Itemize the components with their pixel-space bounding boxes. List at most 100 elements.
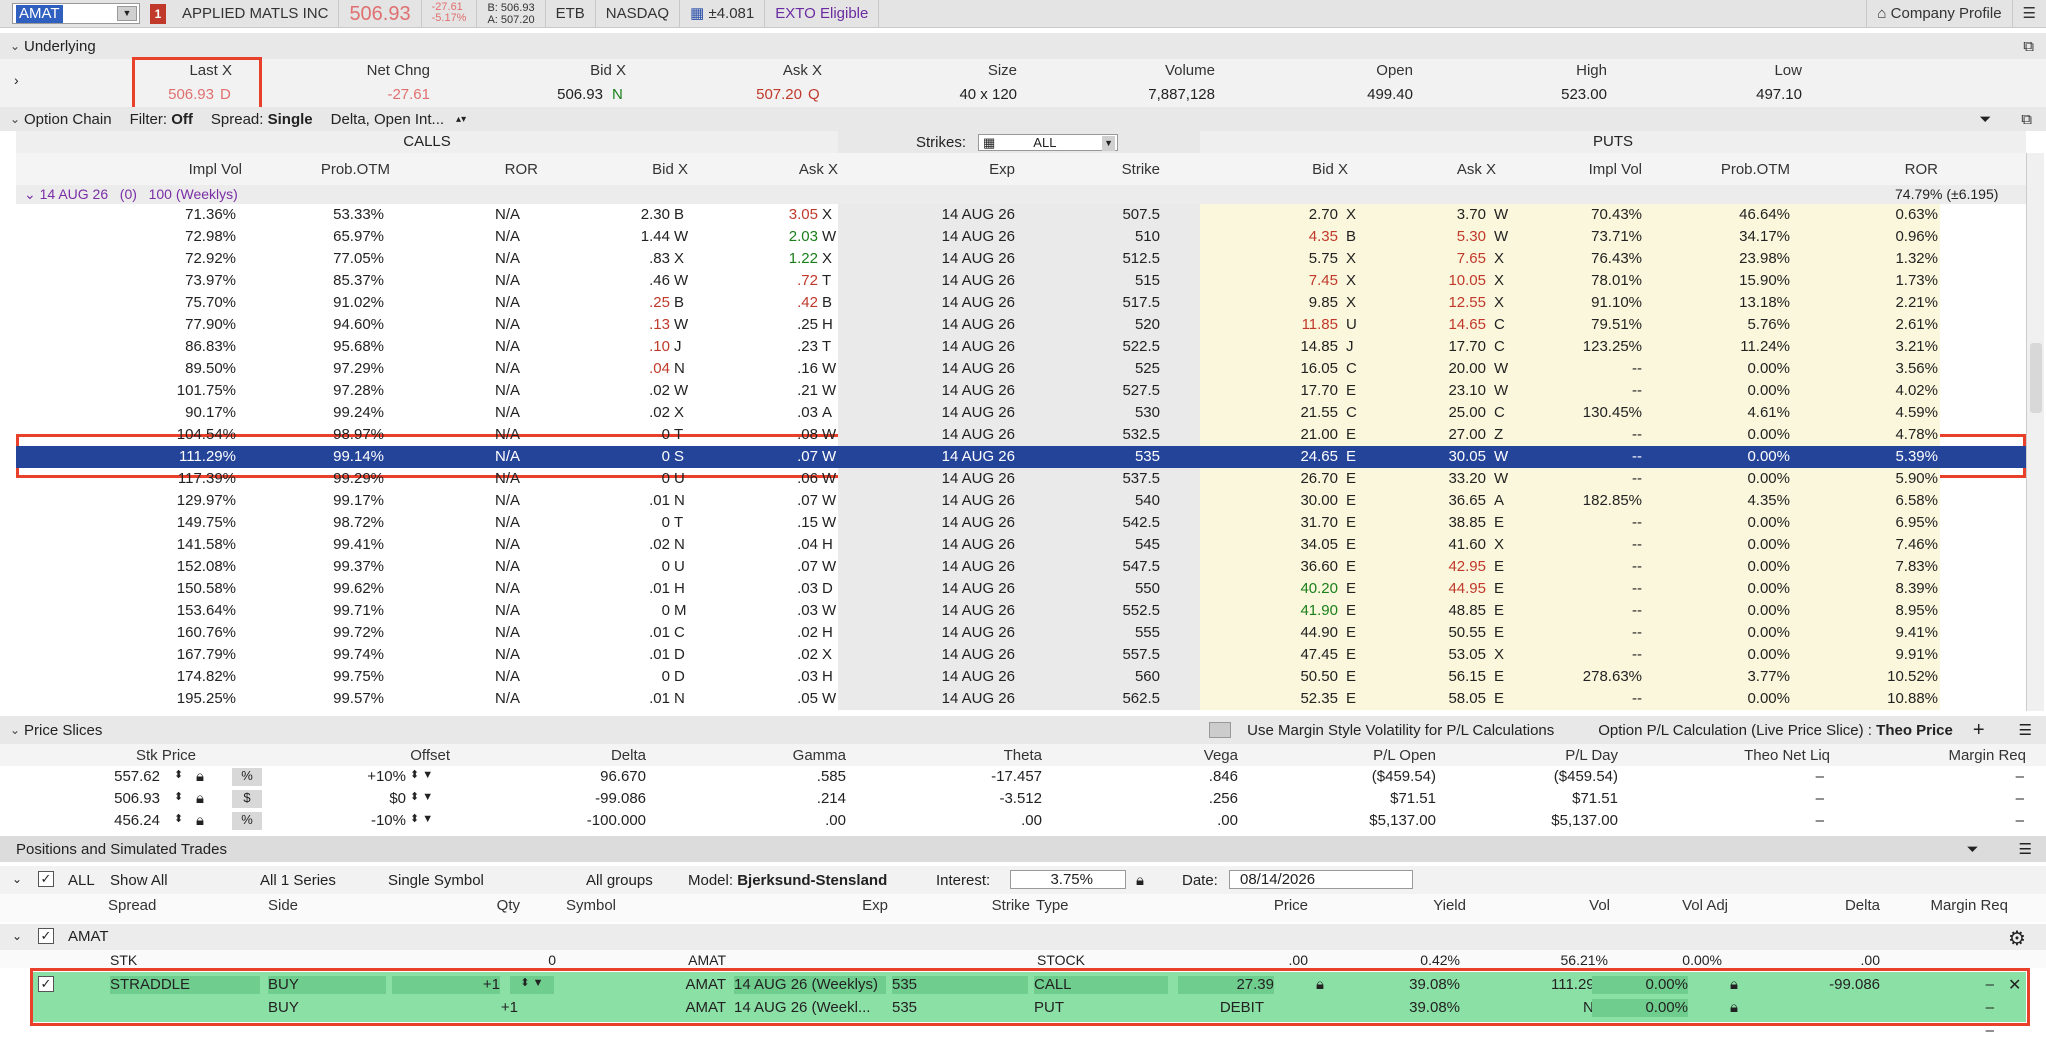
leg1-type-dropdown[interactable]: CALL bbox=[1034, 976, 1168, 994]
slice-mode-dropdown[interactable]: $ bbox=[232, 790, 262, 808]
slice-offset[interactable]: $0 bbox=[316, 790, 406, 807]
interest-input[interactable]: 3.75% bbox=[1010, 870, 1126, 889]
chevron-right-icon[interactable]: › bbox=[14, 72, 19, 88]
layout-dropdown[interactable]: Delta, Open Int... bbox=[331, 111, 444, 128]
slice-stk-price[interactable]: 456.24 bbox=[60, 812, 160, 829]
group-checkbox[interactable]: ✓ bbox=[38, 928, 54, 944]
collapse-icon[interactable]: ⏷ bbox=[1979, 111, 1991, 128]
chain-col-5[interactable]: Exp bbox=[865, 161, 1015, 178]
lock-icon[interactable]: 🔒︎ bbox=[1730, 976, 1738, 993]
pos-col-1[interactable]: Side bbox=[268, 897, 298, 914]
chain-col-9[interactable]: Impl Vol bbox=[1492, 161, 1642, 178]
pos-col-0[interactable]: Spread bbox=[108, 897, 156, 914]
slice-col-5[interactable]: Vega bbox=[1088, 747, 1238, 764]
slice-col-6[interactable]: P/L Open bbox=[1286, 747, 1436, 764]
popout-icon[interactable]: ⧉ bbox=[2021, 111, 2032, 128]
offset-stepper-icon[interactable]: ⬍ ▼ bbox=[410, 812, 433, 825]
chevron-down-icon[interactable]: ⌄ bbox=[6, 723, 24, 737]
slice-stepper-icon[interactable]: ⬍ bbox=[174, 768, 183, 781]
lock-icon[interactable]: 🔒︎ bbox=[1730, 999, 1738, 1016]
leg1-price-input[interactable]: 27.39 bbox=[1178, 976, 1274, 994]
groups-dropdown[interactable]: All groups bbox=[586, 872, 676, 889]
symbol-dropdown-icon[interactable]: ▼ bbox=[117, 6, 137, 21]
slice-mode-dropdown[interactable]: % bbox=[232, 768, 262, 786]
margin-vol-checkbox[interactable] bbox=[1209, 722, 1232, 738]
add-icon[interactable]: + bbox=[1973, 719, 1985, 742]
trade-checkbox[interactable]: ✓ bbox=[38, 976, 54, 992]
slice-stk-price[interactable]: 557.62 bbox=[60, 768, 160, 785]
offset-stepper-icon[interactable]: ⬍ ▼ bbox=[410, 768, 433, 781]
pos-col-3[interactable]: Symbol bbox=[566, 897, 616, 914]
lock-icon[interactable]: 🔒︎ bbox=[196, 790, 204, 807]
underlying-col-4[interactable]: Size bbox=[867, 62, 1017, 79]
slice-col-3[interactable]: Gamma bbox=[696, 747, 846, 764]
pos-col-7[interactable]: Price bbox=[1158, 897, 1308, 914]
slice-col-1[interactable]: Offset bbox=[300, 747, 450, 764]
offset-stepper-icon[interactable]: ⬍ ▼ bbox=[410, 790, 433, 803]
chain-col-4[interactable]: Ask X bbox=[688, 161, 838, 178]
pos-col-12[interactable]: Margin Req bbox=[1858, 897, 2008, 914]
gear-icon[interactable]: ⚙ bbox=[2008, 926, 2026, 951]
symbol-mode-dropdown[interactable]: Single Symbol bbox=[388, 872, 568, 889]
qty-input[interactable]: +1 bbox=[392, 976, 500, 994]
series-row[interactable] bbox=[16, 185, 2026, 204]
slice-col-7[interactable]: P/L Day bbox=[1468, 747, 1618, 764]
chevron-down-icon[interactable]: ⌄ bbox=[12, 872, 22, 886]
chain-col-6[interactable]: Strike bbox=[1010, 161, 1160, 178]
lock-icon[interactable]: 🔒︎ bbox=[1136, 872, 1144, 889]
underlying-col-5[interactable]: Volume bbox=[1065, 62, 1215, 79]
alert-badge[interactable]: 1 bbox=[150, 3, 166, 24]
chain-scrollbar[interactable] bbox=[2026, 153, 2044, 711]
underlying-col-7[interactable]: High bbox=[1457, 62, 1607, 79]
all-checkbox[interactable]: ✓ bbox=[38, 871, 54, 887]
close-icon[interactable]: ✕ bbox=[2008, 975, 2021, 995]
underlying-col-1[interactable]: Net Chng bbox=[280, 62, 430, 79]
pos-col-6[interactable]: Type bbox=[1036, 897, 1069, 914]
underlying-col-8[interactable]: Low bbox=[1652, 62, 1802, 79]
chain-col-8[interactable]: Ask X bbox=[1346, 161, 1496, 178]
qty-stepper-icon[interactable]: ⬍ ▼ bbox=[510, 976, 554, 994]
underlying-col-2[interactable]: Bid X bbox=[476, 62, 626, 79]
popout-icon[interactable]: ⧉ bbox=[2023, 38, 2034, 55]
slice-col-4[interactable]: Theta bbox=[892, 747, 1042, 764]
chain-col-7[interactable]: Bid X bbox=[1198, 161, 1348, 178]
menu-icon[interactable]: ☰ bbox=[2019, 840, 2032, 858]
lock-icon[interactable]: 🔒︎ bbox=[1316, 976, 1324, 993]
collapse-icon[interactable]: ⏷ bbox=[1967, 841, 1979, 858]
chain-col-10[interactable]: Prob.OTM bbox=[1640, 161, 1790, 178]
company-profile-button[interactable]: ⌂ Company Profile bbox=[1866, 0, 2013, 28]
slice-col-2[interactable]: Delta bbox=[496, 747, 646, 764]
chain-col-0[interactable]: Impl Vol bbox=[92, 161, 242, 178]
slice-offset[interactable]: -10% bbox=[316, 812, 406, 829]
lock-icon[interactable]: 🔒︎ bbox=[196, 812, 204, 829]
show-dropdown[interactable]: Show All bbox=[110, 872, 244, 889]
leg1-exp-dropdown[interactable]: 14 AUG 26 (Weeklys) bbox=[734, 976, 886, 994]
slice-stepper-icon[interactable]: ⬍ bbox=[174, 812, 183, 825]
series-dropdown[interactable]: All 1 Series bbox=[260, 872, 378, 889]
menu-icon[interactable]: ☰ bbox=[2013, 0, 2046, 28]
chain-col-1[interactable]: Prob.OTM bbox=[240, 161, 390, 178]
symbol-input[interactable]: AMAT ▼ bbox=[12, 3, 140, 24]
menu-icon[interactable]: ☰ bbox=[2019, 721, 2032, 739]
leg1-voladj-input[interactable]: 0.00% bbox=[1592, 976, 1688, 994]
underlying-col-6[interactable]: Open bbox=[1263, 62, 1413, 79]
filter-dropdown[interactable]: Filter: Off bbox=[130, 111, 193, 128]
group-row[interactable] bbox=[0, 924, 2046, 950]
strikes-dropdown[interactable]: ▦ ALL ▼ bbox=[978, 134, 1118, 151]
pos-col-2[interactable]: Qty bbox=[370, 897, 520, 914]
pl-calc-dropdown[interactable]: Theo Price bbox=[1876, 722, 1953, 739]
model-dropdown[interactable]: Model: Bjerksund-Stensland bbox=[688, 872, 887, 889]
chevron-down-icon[interactable]: ⌄ bbox=[12, 929, 22, 943]
underlying-col-3[interactable]: Ask X bbox=[672, 62, 822, 79]
pos-col-5[interactable]: Strike bbox=[880, 897, 1030, 914]
leg2-voladj-input[interactable]: 0.00% bbox=[1592, 999, 1688, 1017]
chevron-down-icon[interactable]: ⌄ bbox=[6, 112, 24, 126]
chain-col-11[interactable]: ROR bbox=[1788, 161, 1938, 178]
pos-col-10[interactable]: Vol Adj bbox=[1578, 897, 1728, 914]
spread-dropdown[interactable]: Spread: Single bbox=[211, 111, 313, 128]
slice-stepper-icon[interactable]: ⬍ bbox=[174, 790, 183, 803]
spread-dropdown[interactable]: STRADDLE bbox=[110, 976, 260, 994]
leg1-strike-dropdown[interactable]: 535 bbox=[892, 976, 1028, 994]
series-label[interactable]: ⌄ 14 AUG 26 (0) 100 (Weeklys) bbox=[24, 186, 238, 203]
underlying-col-0[interactable]: Last X bbox=[82, 62, 232, 79]
